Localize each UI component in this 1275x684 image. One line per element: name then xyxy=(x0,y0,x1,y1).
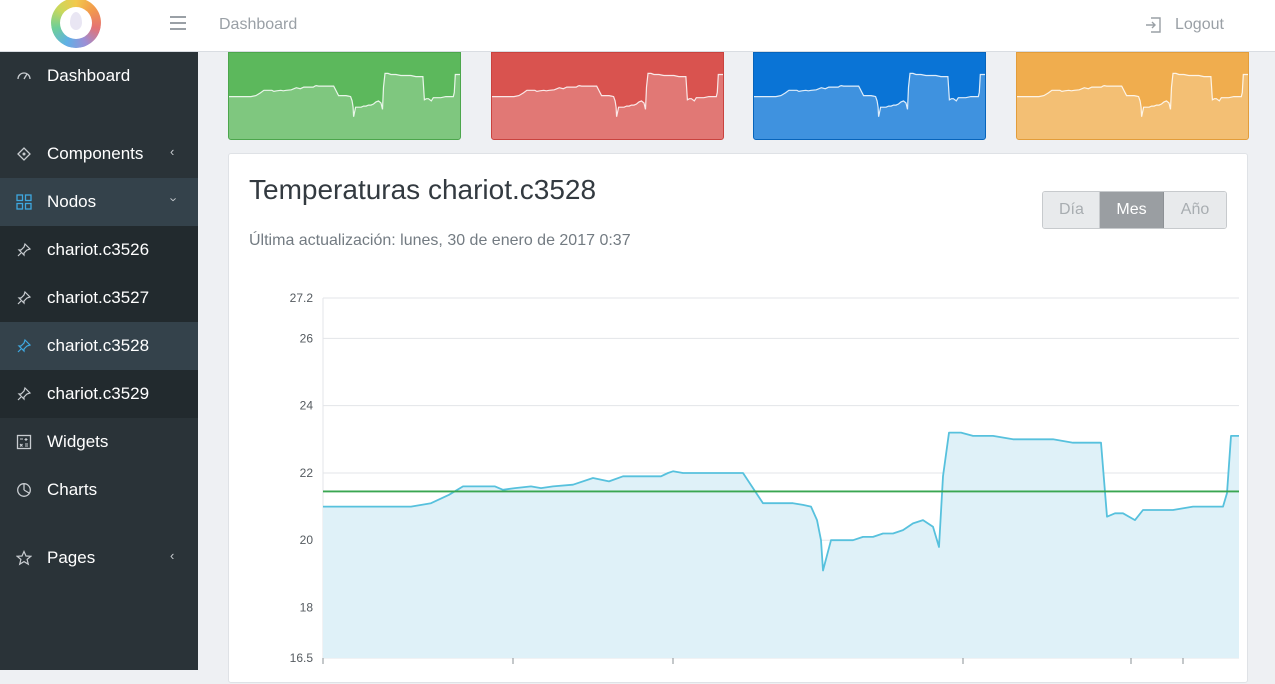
sidebar-item-label: Widgets xyxy=(47,432,109,451)
sidebar-item-chariot-c3528[interactable]: chariot.c3528 xyxy=(0,322,198,370)
chevron-left-icon: ‹ xyxy=(170,548,175,563)
sidebar-item-label: Components xyxy=(47,144,144,163)
chevron-left-icon: ‹ xyxy=(170,144,175,159)
sidebar-item-label: chariot.c3529 xyxy=(47,384,150,403)
sidebar-item-label: chariot.c3527 xyxy=(47,288,150,307)
logo-drop xyxy=(70,12,82,30)
sidebar: Dashboard Components ‹ Nodos › chariot.c… xyxy=(0,52,198,670)
sidebar-item-nodos[interactable]: Nodos › xyxy=(0,178,198,226)
card-title: Temperaturas chariot.c3528 xyxy=(249,174,597,205)
pie-chart-icon xyxy=(17,483,31,497)
sidebar-item-label: chariot.c3526 xyxy=(47,240,150,259)
temperature-chart: 27.2 26 24 22 20 18 16.5 xyxy=(290,291,1239,665)
puzzle-icon xyxy=(17,147,31,161)
stat-tile-orange[interactable] xyxy=(1016,52,1249,140)
sparkline-area xyxy=(754,73,985,139)
pin-icon xyxy=(17,290,32,305)
main-content: Temperaturas chariot.c3528 Última actual… xyxy=(198,52,1275,683)
grid-icon xyxy=(16,194,32,210)
y-tick-label: 22 xyxy=(300,466,314,480)
sidebar-item-label: Pages xyxy=(47,548,96,567)
stat-tile-red[interactable] xyxy=(491,52,724,140)
y-tick-label: 16.5 xyxy=(290,651,314,665)
sidebar-item-chariot-c3527[interactable]: chariot.c3527 xyxy=(0,274,198,322)
breadcrumb[interactable]: Dashboard xyxy=(219,16,297,34)
sidebar-item-widgets[interactable]: Widgets xyxy=(0,418,198,466)
sidebar-item-label: Charts xyxy=(47,480,98,499)
sparkline xyxy=(1017,72,1248,139)
sparkline-area xyxy=(1017,73,1248,139)
y-tick-label: 18 xyxy=(300,601,314,615)
hamburger-icon[interactable] xyxy=(170,16,186,32)
sidebar-item-label: Nodos xyxy=(47,192,97,211)
range-button-day[interactable]: Día xyxy=(1043,192,1100,228)
sidebar-item-dashboard[interactable]: Dashboard xyxy=(0,52,198,100)
star-icon xyxy=(16,550,32,566)
series-area xyxy=(323,432,1239,658)
y-tick-label: 20 xyxy=(300,533,314,547)
y-tick-label: 27.2 xyxy=(290,291,314,305)
sparkline xyxy=(754,72,985,139)
sidebar-item-components[interactable]: Components ‹ xyxy=(0,130,198,178)
sidebar-item-chariot-c3526[interactable]: chariot.c3526 xyxy=(0,226,198,274)
range-button-month[interactable]: Mes xyxy=(1100,192,1164,228)
y-tick-label: 26 xyxy=(300,331,314,345)
pin-icon xyxy=(17,338,32,353)
logo-icon[interactable] xyxy=(51,0,101,48)
stat-tile-blue[interactable] xyxy=(753,52,986,140)
y-tick-label: 24 xyxy=(300,399,314,413)
top-header: Dashboard Logout xyxy=(0,0,1275,52)
sparkline xyxy=(229,72,460,139)
calculator-icon xyxy=(16,434,32,450)
sidebar-item-chariot-c3529[interactable]: chariot.c3529 xyxy=(0,370,198,418)
sparkline-area xyxy=(229,73,460,139)
pin-icon xyxy=(17,386,32,401)
temperature-card: Temperaturas chariot.c3528 Última actual… xyxy=(228,153,1248,683)
logout-button[interactable]: Logout xyxy=(1145,15,1224,35)
range-button-group: Día Mes Año xyxy=(1042,191,1227,229)
sidebar-item-pages[interactable]: Pages ‹ xyxy=(0,534,198,582)
range-button-year[interactable]: Año xyxy=(1164,192,1226,228)
sidebar-item-label: chariot.c3528 xyxy=(47,336,150,355)
last-updated: Última actualización: lunes, 30 de enero… xyxy=(249,232,631,249)
logout-icon xyxy=(1146,17,1161,33)
chevron-down-icon: › xyxy=(166,197,182,202)
logout-label: Logout xyxy=(1175,16,1224,33)
sidebar-item-label: Dashboard xyxy=(47,66,131,85)
pin-icon xyxy=(17,242,32,257)
sidebar-item-charts[interactable]: Charts xyxy=(0,466,198,514)
speedometer-icon xyxy=(17,72,31,80)
sparkline xyxy=(492,72,723,139)
sparkline-area xyxy=(492,73,723,139)
stat-tile-green[interactable] xyxy=(228,52,461,140)
